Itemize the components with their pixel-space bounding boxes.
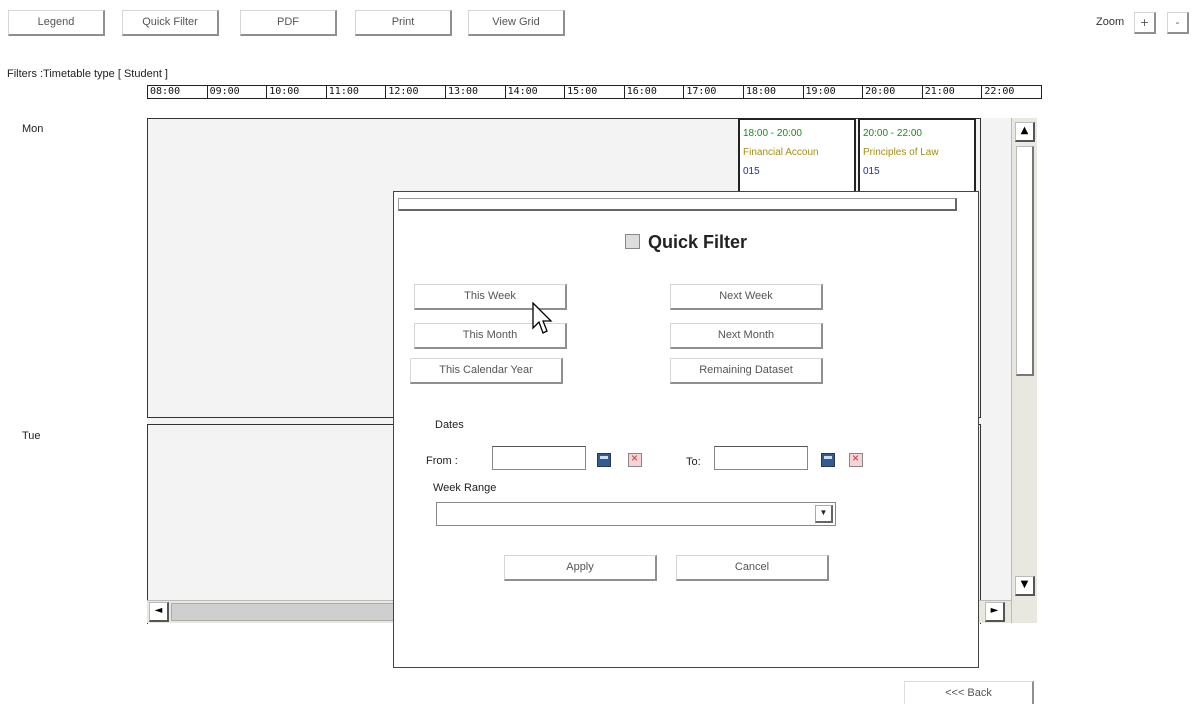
time-slot: 17:00: [683, 86, 743, 98]
chevron-down-icon[interactable]: ▼: [815, 505, 833, 523]
next-week-button[interactable]: Next Week: [670, 284, 823, 310]
time-slot: 11:00: [325, 86, 386, 98]
dialog-title-bar[interactable]: [398, 198, 957, 211]
quick-filter-dialog: Quick Filter This Week Next Week This Mo…: [393, 191, 979, 668]
next-month-button[interactable]: Next Month: [670, 323, 823, 349]
vertical-scrollbar[interactable]: ▲ ▼: [1011, 118, 1037, 623]
time-header: 08:00 09:00 10:00 11:00 12:00 13:00 14:0…: [147, 85, 1042, 99]
scroll-left-icon[interactable]: ◄: [149, 602, 169, 622]
from-date-input[interactable]: [492, 446, 586, 470]
mouse-cursor-icon: [532, 302, 553, 334]
time-slot: 18:00: [742, 86, 803, 98]
print-button[interactable]: Print: [355, 10, 452, 36]
dates-label: Dates: [435, 419, 464, 431]
event-financial-accounting[interactable]: 18:00 - 20:00 Financial Accoun 015: [738, 118, 856, 193]
clear-date-icon[interactable]: [628, 451, 642, 467]
event-principles-of-law[interactable]: 20:00 - 22:00 Principles of Law 015: [858, 118, 976, 193]
event-room: 015: [863, 166, 880, 177]
time-slot: 19:00: [802, 86, 863, 98]
time-slot: 08:00: [150, 86, 181, 97]
to-date-input[interactable]: [714, 446, 808, 470]
view-grid-button[interactable]: View Grid: [468, 10, 565, 36]
filters-text: Filters :Timetable type [ Student ]: [7, 68, 168, 80]
apply-button[interactable]: Apply: [504, 555, 657, 581]
scroll-up-icon[interactable]: ▲: [1015, 122, 1035, 142]
week-range-value: [437, 508, 441, 520]
event-room: 015: [743, 166, 760, 177]
time-slot: 13:00: [444, 86, 505, 98]
event-time: 20:00 - 22:00: [863, 128, 922, 139]
scroll-thumb[interactable]: [1016, 146, 1034, 376]
day-label-tue: Tue: [22, 430, 41, 442]
scroll-down-icon[interactable]: ▼: [1015, 576, 1035, 596]
time-slot: 16:00: [623, 86, 684, 98]
time-slot: 21:00: [921, 86, 982, 98]
this-calendar-year-button[interactable]: This Calendar Year: [410, 358, 563, 384]
calendar-icon[interactable]: [597, 453, 611, 467]
clear-date-icon[interactable]: [849, 451, 863, 467]
week-range-label: Week Range: [433, 482, 497, 494]
from-label: From :: [426, 455, 458, 467]
remaining-dataset-button[interactable]: Remaining Dataset: [670, 358, 823, 384]
event-time: 18:00 - 20:00: [743, 128, 802, 139]
pdf-button[interactable]: PDF: [240, 10, 337, 36]
dialog-title-text: Quick Filter: [647, 232, 748, 252]
scroll-right-icon[interactable]: ►: [985, 602, 1005, 622]
day-label-mon: Mon: [22, 123, 44, 135]
time-slot: 12:00: [385, 86, 445, 98]
time-slot: 09:00: [206, 86, 267, 98]
zoom-label: Zoom: [1096, 16, 1125, 28]
calendar-icon[interactable]: [821, 453, 835, 467]
event-name: Financial Accoun: [743, 147, 819, 158]
time-slot: 10:00: [266, 86, 326, 98]
time-slot: 20:00: [862, 86, 922, 98]
back-button[interactable]: <<< Back: [904, 681, 1034, 704]
time-slot: 22:00: [981, 86, 1041, 98]
to-label: To:: [686, 456, 701, 468]
dialog-title: Quick Filter: [394, 232, 978, 253]
legend-button[interactable]: Legend: [8, 10, 105, 36]
filter-icon: [624, 233, 640, 249]
week-range-select[interactable]: ▼: [436, 502, 836, 526]
zoom-out-button[interactable]: -: [1167, 12, 1189, 34]
quick-filter-button[interactable]: Quick Filter: [122, 10, 219, 36]
time-slot: 15:00: [564, 86, 624, 98]
h-scroll-thumb[interactable]: [171, 603, 401, 621]
cancel-button[interactable]: Cancel: [676, 555, 829, 581]
event-name: Principles of Law: [863, 147, 939, 158]
zoom-in-button[interactable]: +: [1134, 12, 1156, 34]
time-slot: 14:00: [504, 86, 565, 98]
